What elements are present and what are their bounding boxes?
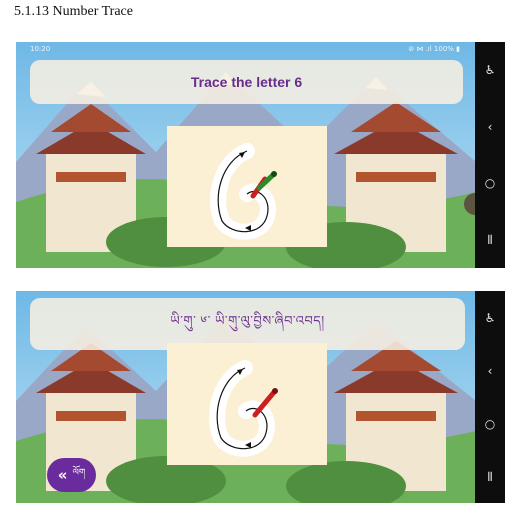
trace-area[interactable] [167,343,327,465]
status-indicators: ⊘ ⋈ .ıl 100% ▮ [408,45,460,53]
home-nav-icon[interactable]: ○ [485,177,495,189]
double-chevron-left-icon: « [57,466,68,484]
home-nav-icon[interactable]: ○ [485,418,495,430]
status-bar: 10:20 ⊘ ⋈ .ıl 100% ▮ [16,42,476,56]
instruction-text: Trace the letter 6 [190,74,303,90]
accessibility-icon[interactable]: ♿ [485,64,496,76]
number-six-trace-canvas[interactable] [167,126,327,247]
back-button[interactable]: « ལོག [47,458,96,492]
back-nav-icon[interactable]: ‹ [488,121,493,133]
bhutan-scene-background: 10:20 ⊘ ⋈ .ıl 100% ▮ Trace the letter 6 [16,42,476,268]
app-screenshot-english: 10:20 ⊘ ⋈ .ıl 100% ▮ Trace the letter 6 … [16,42,505,268]
instruction-banner: Trace the letter 6 [30,60,463,104]
android-nav-bar: ♿ ‹ ○ ⦀ [475,291,505,503]
accessibility-icon[interactable]: ♿ [485,312,496,324]
back-button-label: ལོག [72,467,86,478]
figure-caption: 5.1.13 Number Trace [14,4,133,19]
trace-finger-point [272,388,278,394]
android-nav-bar: ♿ ‹ ○ ⦀ [475,42,505,268]
trace-path-outline [210,143,276,240]
recents-nav-icon[interactable]: ⦀ [487,234,492,246]
bhutan-scene-background: ཡི་གུ་ ༦་ ཡི་གུ་ལུ་བྱིས་ཞིབ་འབད། « ལོག [16,291,476,503]
app-screenshot-dzongkha: ཡི་གུ་ ༦་ ཡི་གུ་ལུ་བྱིས་ཞིབ་འབད། « ལོག ♿… [16,291,505,503]
number-six-trace-canvas[interactable] [167,343,327,465]
trace-finger-point [271,171,277,177]
status-time: 10:20 [30,45,51,53]
instruction-text: ཡི་གུ་ ༦་ ཡི་གུ་ལུ་བྱིས་ཞིབ་འབད། [170,312,325,328]
back-nav-icon[interactable]: ‹ [488,365,493,377]
trace-area[interactable] [167,126,327,247]
recents-nav-icon[interactable]: ⦀ [487,471,492,483]
